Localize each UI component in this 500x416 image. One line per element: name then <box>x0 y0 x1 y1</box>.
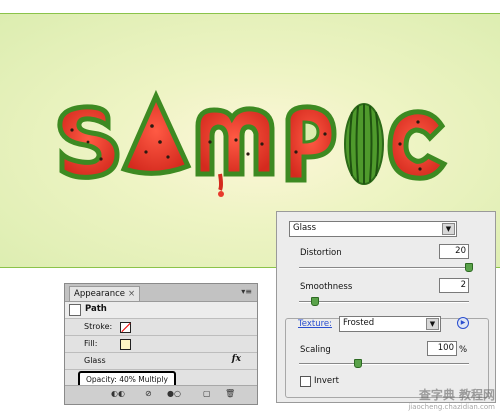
stroke-row[interactable]: Stroke: <box>65 319 257 336</box>
chevron-down-icon[interactable]: ▼ <box>426 318 439 330</box>
delete-icon[interactable]: 🗑 <box>225 389 235 398</box>
watermark: 查字典 教程网 jiaocheng.chazidian.com <box>370 386 495 414</box>
invert-label: Invert <box>314 376 339 386</box>
letter-e <box>387 109 448 181</box>
letter-a <box>120 89 192 176</box>
scaling-input[interactable]: 100 <box>427 341 457 356</box>
fill-label: Fill: <box>84 339 98 348</box>
effect-label: Glass <box>84 356 106 365</box>
scaling-slider-knob[interactable] <box>353 359 362 368</box>
appearance-panel: Appearance × ▾≡ Path Stroke: Fill: Glass … <box>64 283 258 405</box>
scaling-track[interactable] <box>299 363 469 365</box>
tab-appearance[interactable]: Appearance × <box>69 286 141 301</box>
effect-row-glass[interactable]: Glass fx <box>65 353 257 370</box>
appearance-tabbar: Appearance × ▾≡ <box>65 284 257 302</box>
panel-menu-icon[interactable]: ▾≡ <box>241 287 252 296</box>
path-label: Path <box>85 304 107 314</box>
filter-select[interactable]: Glass ▼ <box>289 221 457 237</box>
duplicate-icon[interactable]: ▢ <box>203 389 211 398</box>
watermark-line2: jiaocheng.chazidian.com <box>408 403 495 411</box>
smoothness-label: Smoothness <box>300 282 353 292</box>
watermark-line1: 查字典 教程网 <box>418 388 495 402</box>
texture-select-value: Frosted <box>343 318 375 328</box>
texture-label[interactable]: Texture: <box>298 319 332 329</box>
invert-checkbox[interactable] <box>300 376 311 387</box>
letter-p <box>285 104 337 183</box>
stroke-swatch[interactable] <box>120 322 131 333</box>
path-row[interactable]: Path <box>65 302 257 319</box>
chevron-down-icon[interactable]: ▼ <box>442 223 455 235</box>
clear-icon[interactable]: ⊘ <box>145 389 152 398</box>
smoothness-slider-knob[interactable] <box>310 297 319 306</box>
fx-icon[interactable]: fx <box>232 354 241 364</box>
reduce-icon[interactable]: ●○ <box>167 389 181 398</box>
path-thumbnail <box>69 304 81 316</box>
scaling-label: Scaling <box>300 345 331 355</box>
stroke-label: Stroke: <box>84 322 113 331</box>
play-icon[interactable]: ▶ <box>457 317 469 329</box>
fill-row[interactable]: Fill: <box>65 336 257 353</box>
appearance-footer: ◐◐ ⊘ ●○ ▢ 🗑 <box>65 385 257 404</box>
tab-appearance-label: Appearance <box>74 289 126 299</box>
letter-m <box>195 106 275 197</box>
close-icon[interactable]: × <box>128 289 135 299</box>
fill-swatch[interactable] <box>120 339 131 350</box>
distortion-label: Distortion <box>300 248 342 258</box>
new-art-icon[interactable]: ◐◐ <box>111 389 125 398</box>
letter-s <box>57 104 120 180</box>
texture-select[interactable]: Frosted ▼ <box>339 316 441 332</box>
smoothness-input[interactable]: 2 <box>439 278 469 293</box>
filter-select-value: Glass <box>293 223 317 233</box>
distortion-track[interactable] <box>299 267 469 269</box>
distortion-slider-knob[interactable] <box>465 263 473 272</box>
scaling-unit: % <box>459 345 468 355</box>
distortion-input[interactable]: 20 <box>439 244 469 259</box>
letter-i <box>344 103 384 185</box>
smoothness-track[interactable] <box>299 301 469 303</box>
glass-effect-panel: Glass ▼ Distortion 20 Smoothness 2 Textu… <box>276 211 496 403</box>
